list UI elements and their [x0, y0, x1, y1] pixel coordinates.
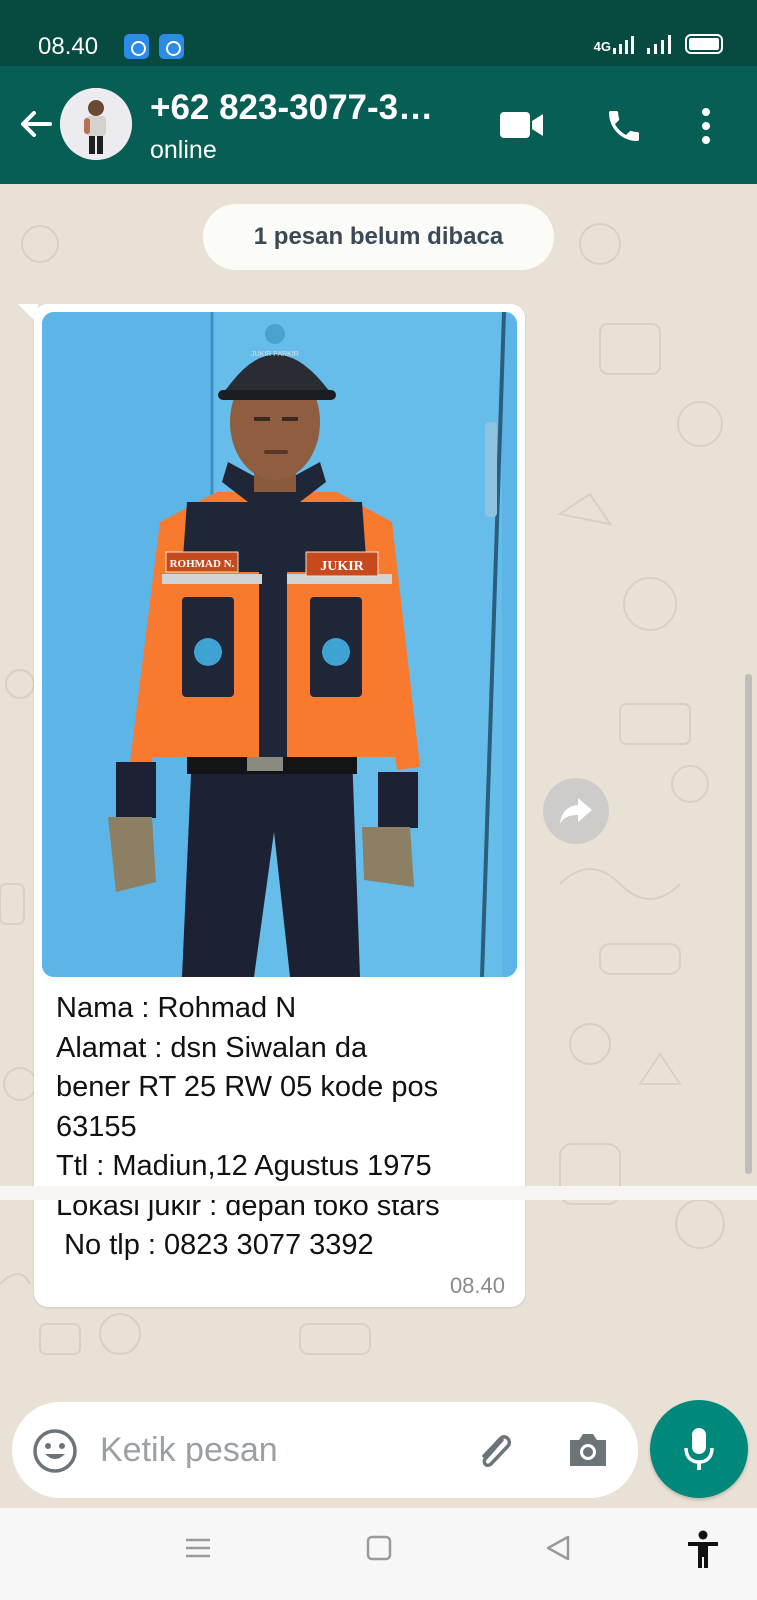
- cap-text: JUKIR PARKIR: [251, 351, 299, 358]
- forward-icon: [560, 798, 592, 824]
- message-photo[interactable]: ROHMAD N. JUKIR JUKIR PARKIR: [42, 312, 517, 977]
- mic-button[interactable]: [650, 1400, 748, 1498]
- input-row: [0, 1370, 757, 1508]
- camera-icon[interactable]: [566, 1430, 610, 1470]
- browser-app-icon: [159, 34, 184, 59]
- status-bar: 08.40 4G: [0, 0, 757, 66]
- badge-role-text: JUKIR: [320, 559, 364, 574]
- back-icon[interactable]: [544, 1534, 572, 1562]
- avatar[interactable]: [60, 88, 132, 160]
- message-bubble[interactable]: ROHMAD N. JUKIR JUKIR PARKIR Nama : Rohm…: [34, 304, 525, 1307]
- mic-icon: [684, 1428, 714, 1470]
- message-input[interactable]: [100, 1420, 450, 1480]
- battery-icon: [685, 34, 723, 54]
- emoji-icon[interactable]: [32, 1428, 78, 1474]
- accessibility-icon[interactable]: [686, 1530, 720, 1570]
- scrollbar[interactable]: [745, 674, 752, 1174]
- notification-app-icon: [124, 34, 149, 59]
- video-call-icon[interactable]: [500, 110, 544, 140]
- attach-icon[interactable]: [472, 1428, 518, 1474]
- back-arrow-icon[interactable]: [16, 104, 56, 144]
- caption-line: Alamat : dsn Siwalan da: [56, 1031, 368, 1064]
- badge-name-text: ROHMAD N.: [170, 558, 235, 570]
- more-vert-icon[interactable]: [700, 106, 712, 146]
- network-label: 4G: [593, 39, 611, 54]
- caption-line: 63155: [56, 1110, 137, 1143]
- phone-icon[interactable]: [604, 106, 644, 146]
- message-caption: Nama : Rohmad N Alamat : dsn Siwalan da be…: [56, 989, 516, 1266]
- status-indicators: 4G: [594, 34, 723, 54]
- forward-button[interactable]: [543, 778, 609, 844]
- contact-status: online: [150, 136, 217, 164]
- signal-4g-icon: 4G: [594, 34, 635, 54]
- unread-banner: 1 pesan belum dibaca: [203, 204, 554, 270]
- input-pill: [12, 1402, 638, 1498]
- nav-bar: [0, 1508, 757, 1600]
- status-app-icons: [124, 34, 184, 59]
- caption-line: Nama : Rohmad N: [56, 992, 297, 1024]
- divider-strip: [0, 1186, 757, 1200]
- message-time: 08.40: [449, 1273, 505, 1298]
- contact-name[interactable]: +62 823-3077-3…: [150, 88, 460, 128]
- signal-icon: [647, 35, 671, 54]
- chat-header: +62 823-3077-3… online: [0, 66, 757, 184]
- home-icon[interactable]: [365, 1534, 393, 1562]
- status-time: 08.40: [38, 33, 99, 60]
- caption-line: bener RT 25 RW 05 kode pos: [56, 1071, 439, 1103]
- caption-line: Ttl : Madiun,12 Agustus 1975: [56, 1150, 432, 1182]
- recents-icon[interactable]: [184, 1534, 212, 1562]
- caption-line: No tlp : 0823 3077 3392: [56, 1229, 374, 1261]
